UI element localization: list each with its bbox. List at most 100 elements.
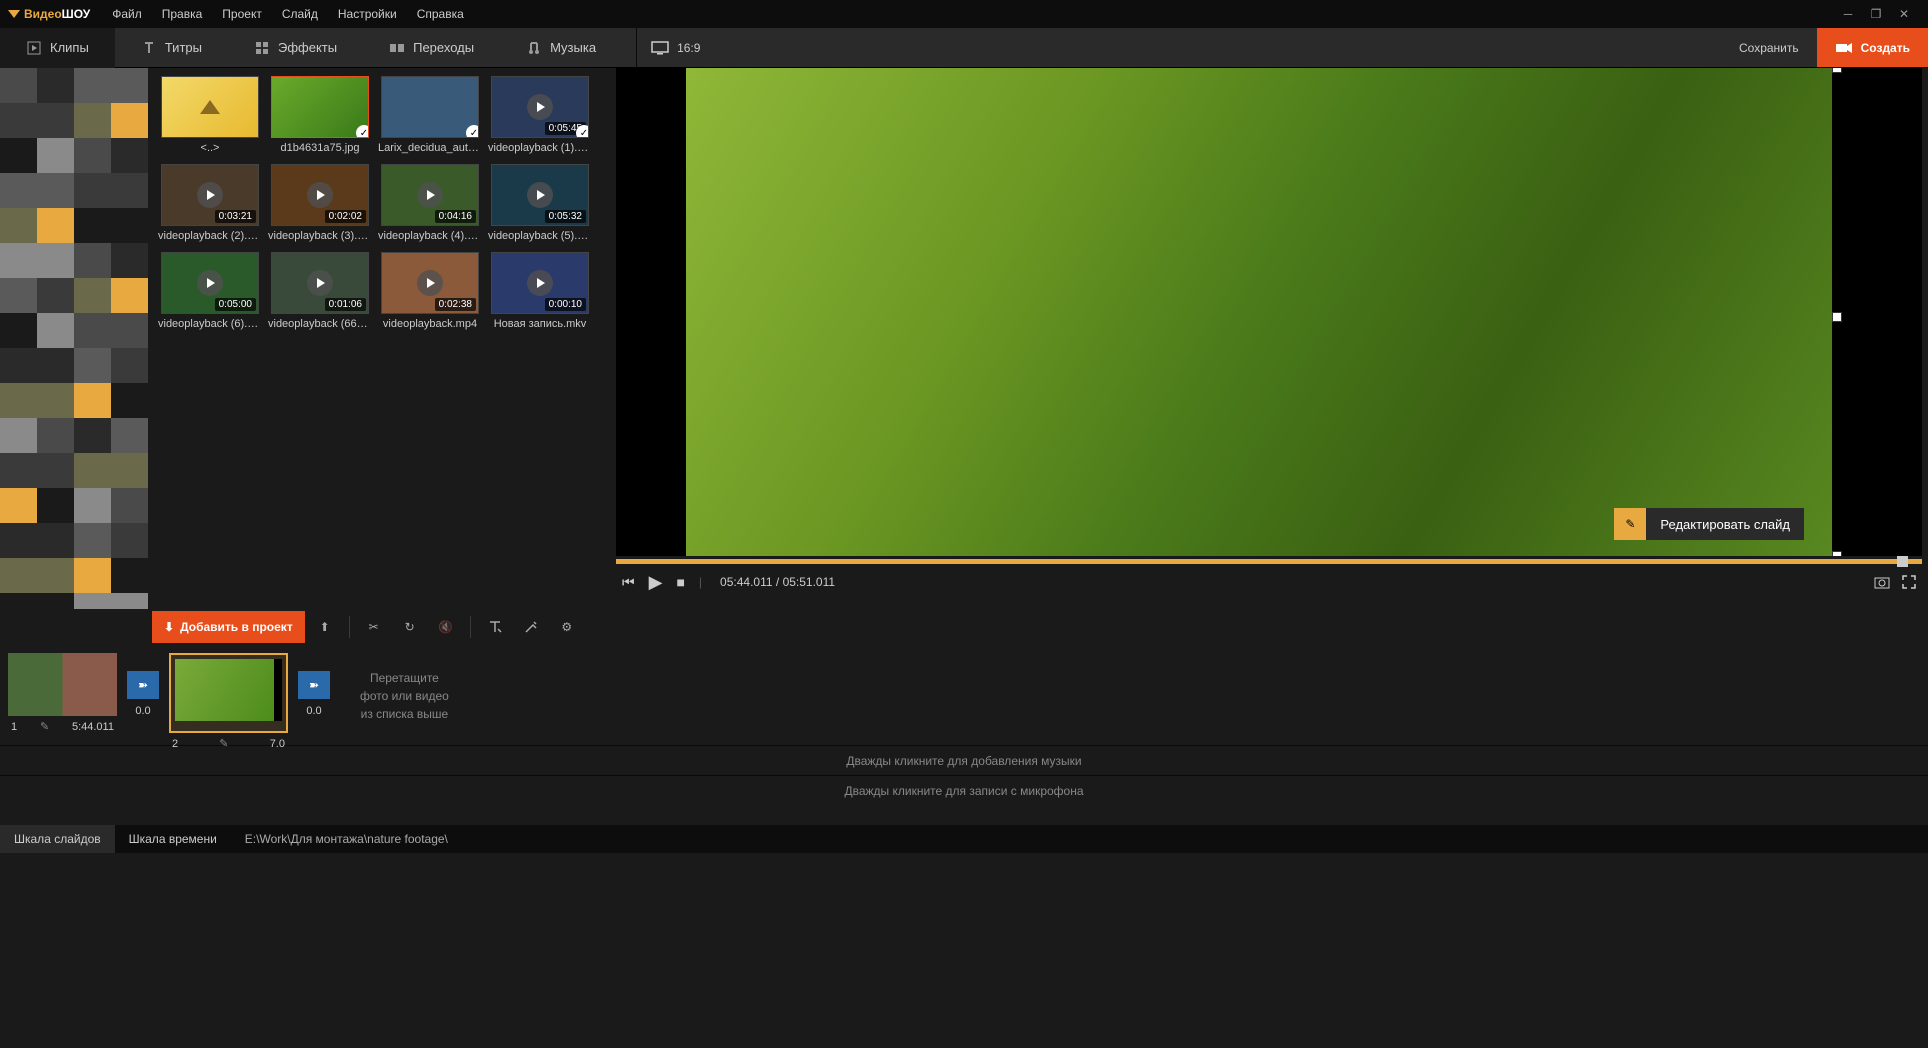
snapshot-button[interactable] [1874,575,1890,589]
clip-item-4[interactable]: 0:03:21 videoplayback (2).mp4 [158,164,262,242]
clips-panel: <..> ✓ d1b4631a75.jpg ✓Larix_decidua_autumn… [148,68,610,609]
clip-name: videoplayback (666).mp4 [268,318,372,330]
play-icon [307,270,333,296]
clip-item-10[interactable]: 0:02:38 videoplayback.mp4 [378,252,482,330]
audio-track[interactable]: Дважды кликните для добавления музыки [0,745,1928,775]
aspect-ratio-selector[interactable]: 16:9 [636,28,714,67]
clip-name: videoplayback (4).mp4 [378,230,482,242]
clip-name: videoplayback (2).mp4 [158,230,262,242]
timeline-slide-2[interactable]: 2✎7.0 [169,653,288,737]
time-scale-tab[interactable]: Шкала времени [115,825,231,853]
maximize-button[interactable]: ❐ [1868,6,1884,22]
play-icon [527,182,553,208]
clip-item-2[interactable]: ✓Larix_decidua_autumn... [378,76,482,154]
save-button[interactable]: Сохранить [1721,28,1817,67]
timeline-tools-bar: ⬇ Добавить в проект ⬆ ✂ ↻ 🔇 ⚙ [0,609,1928,645]
fullscreen-button[interactable] [1902,575,1916,589]
move-up-button[interactable]: ⬆ [309,611,341,643]
logo-text-2: ШОУ [62,7,91,21]
clip-item-9[interactable]: 0:01:06videoplayback (666).mp4 [268,252,372,330]
pencil-icon: ✎ [1625,517,1635,531]
menu-настройки[interactable]: Настройки [328,7,407,21]
slides-scale-tab[interactable]: Шкала слайдов [0,825,115,853]
clip-name: videoplayback.mp4 [378,318,482,330]
clip-item-0[interactable]: <..> [158,76,262,154]
logo-text-1: Видео [24,7,62,21]
edit-slide-button[interactable]: ✎ Редактировать слайд [1614,508,1804,540]
check-icon: ✓ [356,125,369,138]
effects-tool-button[interactable] [515,611,547,643]
create-button[interactable]: Создать [1817,28,1928,67]
stop-button[interactable]: ■ [676,574,684,590]
seek-bar[interactable] [616,559,1922,564]
window-controls: ─ ❐ ✕ [1840,6,1920,22]
play-icon [527,94,553,120]
download-arrow-icon: ⬇ [164,620,174,634]
minimize-button[interactable]: ─ [1840,6,1856,22]
settings-button[interactable]: ⚙ [551,611,583,643]
video-camera-icon [1835,41,1853,55]
tab-4[interactable]: Музыка [500,28,622,68]
file-path-display: E:\Work\Для монтажа\nature footage\ [231,832,462,846]
preview-viewport[interactable]: ✎ Редактировать слайд [616,68,1922,556]
tab-1[interactable]: Титры [115,28,228,68]
tab-2[interactable]: Эффекты [228,28,363,68]
skip-back-button[interactable]: ⏮ [622,574,635,591]
add-to-project-button[interactable]: ⬇ Добавить в проект [152,611,305,643]
menu-слайд[interactable]: Слайд [272,7,328,21]
logo-icon [8,10,20,18]
menu-справка[interactable]: Справка [407,7,474,21]
check-icon: ✓ [576,125,589,138]
play-icon [417,182,443,208]
duration-badge: 0:00:10 [545,298,586,311]
menu-проект[interactable]: Проект [212,7,272,21]
play-icon [307,182,333,208]
clip-item-3[interactable]: 0:05:45✓videoplayback (1).mp4 [488,76,592,154]
clip-name: d1b4631a75.jpg [268,142,372,154]
play-icon [197,182,223,208]
folder-tree-sidebar[interactable] [0,68,148,609]
clip-item-11[interactable]: 0:00:10 Новая запись.mkv [488,252,592,330]
clip-name: videoplayback (1).mp4 [488,142,592,154]
mic-track[interactable]: Дважды кликните для записи с микрофона [0,775,1928,805]
cut-button[interactable]: ✂ [358,611,390,643]
edit-icon[interactable]: ✎ [40,720,49,733]
transition-arrow-icon: ➽ [309,678,319,692]
timeline-slide-1[interactable]: 1✎5:44.011 [8,653,117,737]
clip-item-7[interactable]: 0:05:32videoplayback (5).mp4 [488,164,592,242]
play-icon [197,270,223,296]
duration-badge: 0:04:16 [435,210,476,223]
text-tool-button[interactable] [479,611,511,643]
timeline-area: 1✎5:44.011 ➽0.0 2✎7.0 ➽0.0 Перетащитефото ил… [0,645,1928,745]
tab-3[interactable]: Переходы [363,28,500,68]
duration-badge: 0:03:21 [215,210,256,223]
tab-icon [26,40,42,56]
close-button[interactable]: ✕ [1896,6,1912,22]
rotate-button[interactable]: ↻ [394,611,426,643]
clip-item-1[interactable]: ✓ d1b4631a75.jpg [268,76,372,154]
seek-handle[interactable] [1897,556,1908,567]
menu-bar: ВидеоШОУ ФайлПравкаПроектСлайдНастройкиС… [0,0,1928,28]
clip-item-8[interactable]: 0:05:00 videoplayback (6).mp4 [158,252,262,330]
duration-badge: 0:05:00 [215,298,256,311]
clip-name: videoplayback (3).mp4 [268,230,372,242]
edit-icon[interactable]: ✎ [219,737,228,750]
menu-файл[interactable]: Файл [102,7,152,21]
main-area: <..> ✓ d1b4631a75.jpg ✓Larix_decidua_autumn… [0,68,1928,609]
duration-badge: 0:02:38 [435,298,476,311]
play-button[interactable]: ▶ [649,572,663,593]
clip-item-6[interactable]: 0:04:16 videoplayback (4).mp4 [378,164,482,242]
mute-button[interactable]: 🔇 [430,611,462,643]
preview-panel: ✎ Редактировать слайд ⏮ ▶ ■ | 05:44.011 … [610,68,1928,609]
top-toolbar: КлипыТитрыЭффектыПереходыМузыка 16:9 Сох… [0,28,1928,68]
clip-name: videoplayback (5).mp4 [488,230,592,242]
transition-1[interactable]: ➽0.0 [298,653,330,737]
clip-name: videoplayback (6).mp4 [158,318,262,330]
clip-name: Новая запись.mkv [488,318,592,330]
clip-item-5[interactable]: 0:02:02videoplayback (3).mp4 [268,164,372,242]
menu-правка[interactable]: Правка [152,7,213,21]
tab-0[interactable]: Клипы [0,28,115,68]
drop-hint: Перетащитефото или видеоиз списка выше [340,653,469,737]
transition-0[interactable]: ➽0.0 [127,653,159,737]
play-icon [417,270,443,296]
